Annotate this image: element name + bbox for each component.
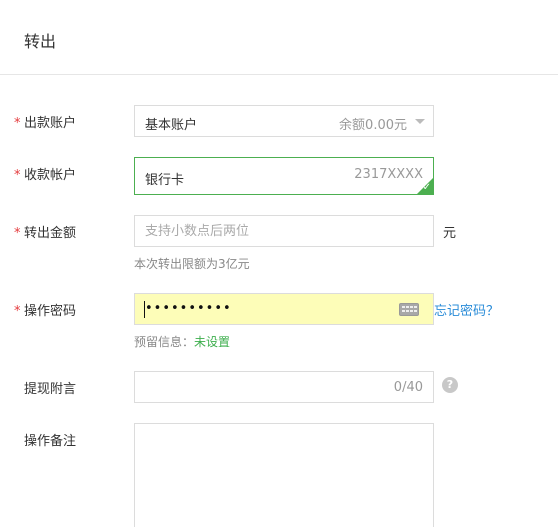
reserved-info-status: 未设置 xyxy=(194,335,231,349)
reserved-info-label: 预留信息： xyxy=(134,335,195,349)
forgot-password-link[interactable]: 忘记密码？ xyxy=(434,300,499,319)
keyboard-icon[interactable] xyxy=(399,303,419,316)
withdraw-message-label: 提现附言 xyxy=(24,382,77,397)
chevron-down-icon xyxy=(415,119,425,124)
amount-label: * 转出金额 xyxy=(14,226,77,241)
debit-account-value: 基本账户 xyxy=(145,118,198,133)
required-mark: * xyxy=(14,226,21,241)
debit-account-select[interactable]: 基本账户 余额0.00元 xyxy=(134,105,434,137)
bank-card-label: 银行卡 xyxy=(145,173,185,188)
amount-input[interactable] xyxy=(134,215,434,247)
password-label: * 操作密码 xyxy=(14,304,77,319)
amount-limit-hint: 本次转出限额为3亿元 xyxy=(134,257,250,271)
bank-card-option[interactable]: 银行卡 2317XXXX ✓ xyxy=(134,157,434,195)
transfer-out-page: 转出 * 出款账户 基本账户 余额0.00元 * 收款帐户 银行卡 2317XXXX… xyxy=(0,0,558,527)
bank-card-number: 2317XXXX xyxy=(354,167,423,182)
balance-text: 余额0.00元 xyxy=(339,118,407,133)
debit-account-label: * 出款账户 xyxy=(14,116,77,131)
char-counter: 0/40 xyxy=(393,380,423,395)
remark-textarea[interactable] xyxy=(134,423,434,527)
checkmark-icon: ✓ xyxy=(422,182,431,193)
amount-unit: 元 xyxy=(443,226,457,241)
withdraw-message-input[interactable]: 0/40 xyxy=(134,371,434,403)
remark-label: 操作备注 xyxy=(24,434,77,449)
required-mark: * xyxy=(14,116,21,131)
help-icon[interactable]: ? xyxy=(442,377,458,393)
credit-account-label: * 收款帐户 xyxy=(14,168,77,183)
required-mark: * xyxy=(14,304,21,319)
reserved-info: 预留信息：未设置 xyxy=(134,333,230,350)
required-mark: * xyxy=(14,168,21,183)
page-title: 转出 xyxy=(24,32,57,51)
password-masked-value: •••••••••• xyxy=(145,301,232,316)
password-input[interactable]: •••••••••• xyxy=(134,293,434,325)
page-header: 转出 xyxy=(0,0,558,75)
